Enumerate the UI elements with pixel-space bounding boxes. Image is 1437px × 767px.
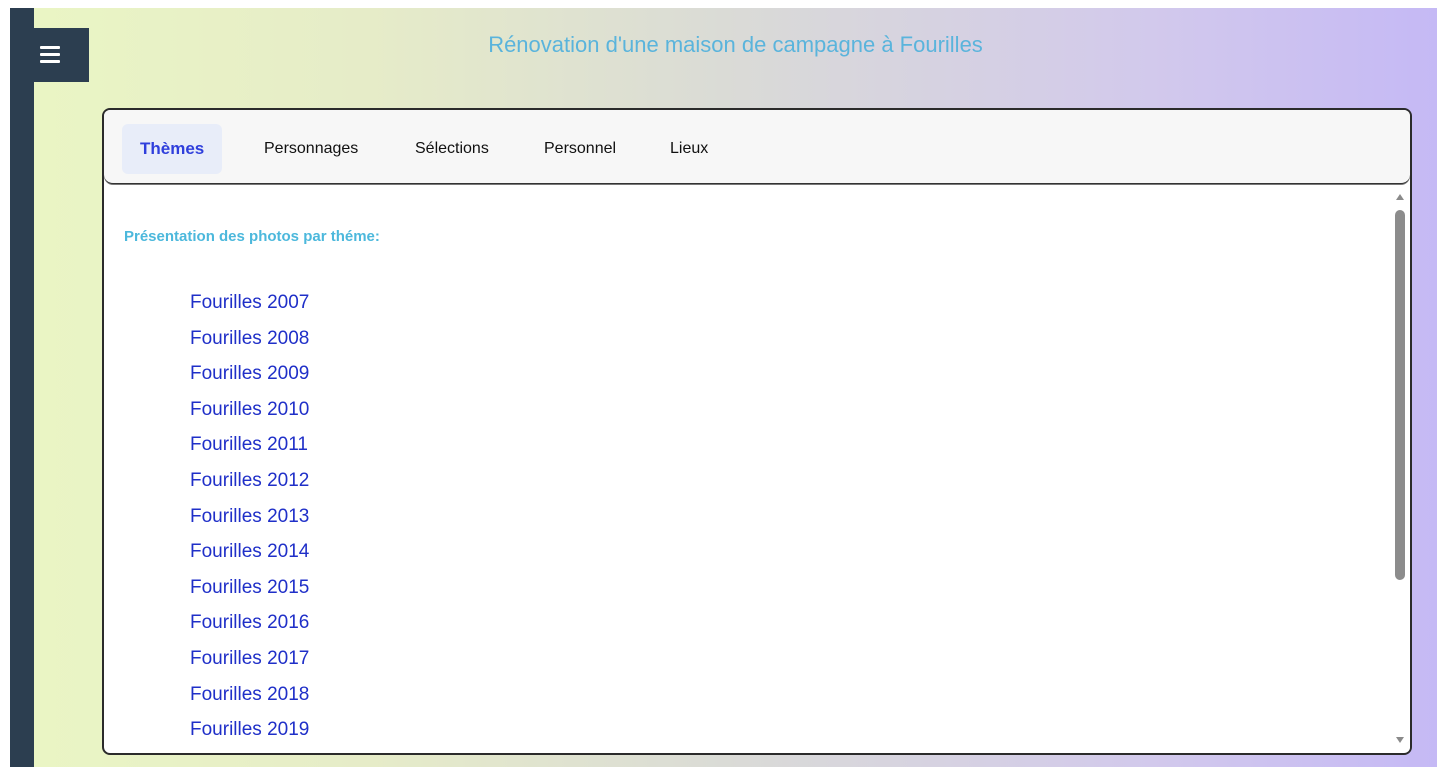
list-item: Fourilles 2013 <box>190 499 309 535</box>
scroll-down-arrow-icon[interactable] <box>1396 737 1404 743</box>
theme-link[interactable]: Fourilles 2017 <box>190 648 309 669</box>
tab-selections[interactable]: Sélections <box>397 124 507 174</box>
list-item: Fourilles 2010 <box>190 392 309 428</box>
theme-link[interactable]: Fourilles 2008 <box>190 328 309 349</box>
list-item: Fourilles 2018 <box>190 677 309 713</box>
list-item: Fourilles 2014 <box>190 534 309 570</box>
tab-personnel[interactable]: Personnel <box>526 124 634 174</box>
list-item: Fourilles 2008 <box>190 321 309 357</box>
page: Rénovation d'une maison de campagne à Fo… <box>0 0 1437 767</box>
list-item: Fourilles 2019 <box>190 712 309 748</box>
theme-link[interactable]: Fourilles 2012 <box>190 470 309 491</box>
tab-lieux[interactable]: Lieux <box>652 124 726 174</box>
content-card: Thèmes Personnages Sélections Personnel … <box>102 108 1412 755</box>
theme-link[interactable]: Fourilles 2014 <box>190 541 309 562</box>
list-item: Fourilles 2009 <box>190 356 309 392</box>
tab-bar: Thèmes Personnages Sélections Personnel … <box>104 110 1410 184</box>
theme-link[interactable]: Fourilles 2015 <box>190 577 309 598</box>
theme-link[interactable]: Fourilles 2018 <box>190 684 309 705</box>
theme-list: Fourilles 2007 Fourilles 2008 Fourilles … <box>190 285 309 748</box>
list-item: Fourilles 2017 <box>190 641 309 677</box>
scrollbar-thumb[interactable] <box>1395 210 1405 580</box>
scroll-up-arrow-icon[interactable] <box>1396 194 1404 200</box>
list-item: Fourilles 2015 <box>190 570 309 606</box>
theme-link[interactable]: Fourilles 2007 <box>190 292 309 313</box>
theme-link[interactable]: Fourilles 2016 <box>190 612 309 633</box>
list-item: Fourilles 2016 <box>190 605 309 641</box>
theme-link[interactable]: Fourilles 2013 <box>190 506 309 527</box>
list-item: Fourilles 2011 <box>190 427 309 463</box>
vertical-scrollbar[interactable] <box>1390 186 1410 752</box>
tab-themes[interactable]: Thèmes <box>122 124 223 174</box>
theme-panel: Présentation des photos par théme: Fouri… <box>104 186 1389 752</box>
section-heading: Présentation des photos par théme: <box>124 228 380 245</box>
theme-link[interactable]: Fourilles 2011 <box>190 434 308 455</box>
list-item: Fourilles 2012 <box>190 463 309 499</box>
left-sidebar-strip <box>10 8 34 767</box>
theme-link[interactable]: Fourilles 2010 <box>190 399 309 420</box>
list-item: Fourilles 2007 <box>190 285 309 321</box>
theme-link[interactable]: Fourilles 2009 <box>190 363 309 384</box>
page-title: Rénovation d'une maison de campagne à Fo… <box>488 32 983 57</box>
tab-personnages[interactable]: Personnages <box>246 124 376 174</box>
theme-link[interactable]: Fourilles 2019 <box>190 719 309 740</box>
